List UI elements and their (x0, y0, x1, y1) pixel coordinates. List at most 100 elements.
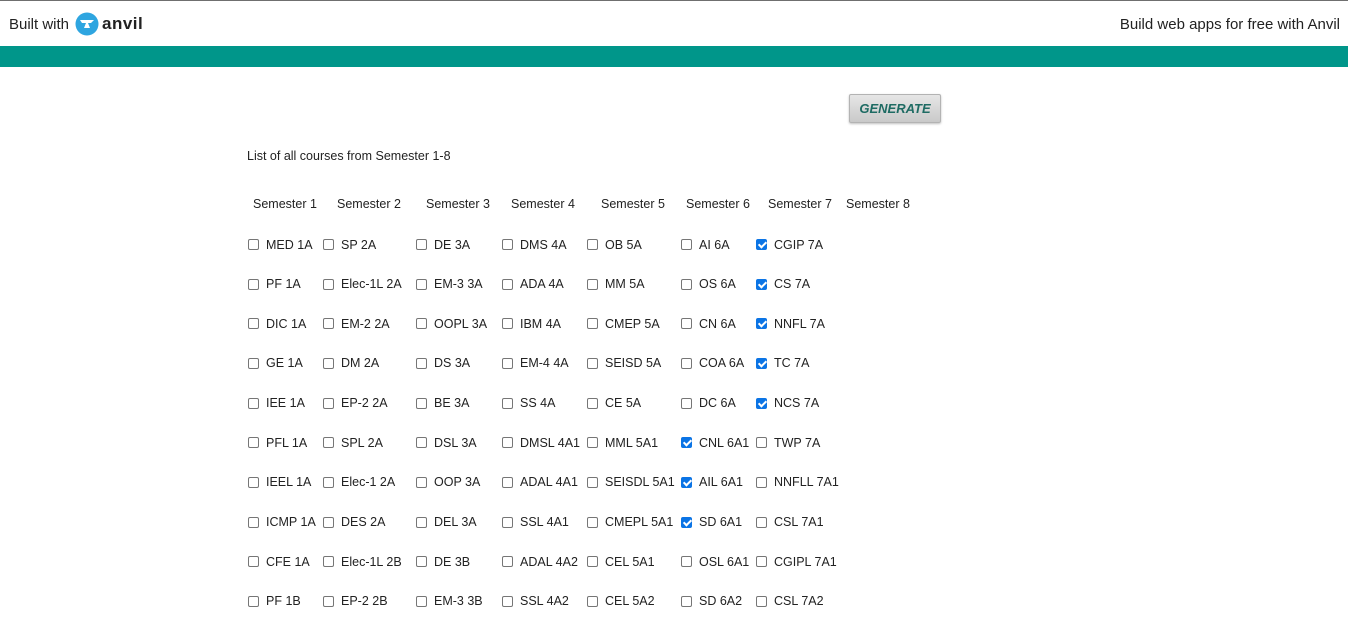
course-option[interactable]: AI 6A (681, 237, 730, 253)
course-option[interactable]: SEISD 5A (587, 355, 661, 371)
course-option[interactable]: CGIPL 7A1 (756, 554, 837, 570)
course-option[interactable]: OOP 3A (416, 474, 480, 490)
course-option[interactable]: IEE 1A (248, 395, 305, 411)
course-checkbox[interactable] (756, 437, 767, 449)
course-checkbox[interactable] (248, 556, 259, 568)
course-checkbox[interactable] (248, 595, 259, 607)
course-checkbox[interactable] (416, 595, 427, 607)
course-checkbox[interactable] (756, 595, 767, 607)
course-option[interactable]: EP-2 2B (323, 593, 388, 609)
course-option[interactable]: MML 5A1 (587, 435, 658, 451)
course-option[interactable]: ICMP 1A (248, 514, 316, 530)
course-option[interactable]: MED 1A (248, 237, 313, 253)
course-checkbox[interactable] (587, 357, 598, 369)
course-option[interactable]: DEL 3A (416, 514, 477, 530)
course-checkbox[interactable] (587, 437, 598, 449)
course-option[interactable]: TC 7A (756, 355, 809, 371)
course-option[interactable]: CFE 1A (248, 554, 310, 570)
course-checkbox[interactable] (502, 476, 513, 488)
course-checkbox[interactable] (416, 516, 427, 528)
course-checkbox[interactable] (248, 318, 259, 330)
course-checkbox[interactable] (502, 278, 513, 290)
course-option[interactable]: ADAL 4A2 (502, 554, 578, 570)
course-option[interactable]: EM-4 4A (502, 355, 569, 371)
course-checkbox[interactable] (502, 516, 513, 528)
course-option[interactable]: Elec-1 2A (323, 474, 395, 490)
course-option[interactable]: COA 6A (681, 355, 744, 371)
course-option[interactable]: OOPL 3A (416, 316, 487, 332)
course-option[interactable]: CSL 7A2 (756, 593, 824, 609)
course-option[interactable]: DIC 1A (248, 316, 306, 332)
course-option[interactable]: SD 6A2 (681, 593, 742, 609)
course-checkbox[interactable] (681, 397, 692, 409)
course-option[interactable]: CNL 6A1 (681, 435, 749, 451)
course-checkbox[interactable] (323, 556, 334, 568)
course-option[interactable]: DC 6A (681, 395, 736, 411)
course-option[interactable]: DE 3A (416, 237, 470, 253)
course-checkbox[interactable] (681, 556, 692, 568)
course-option[interactable]: CEL 5A2 (587, 593, 655, 609)
course-checkbox[interactable] (416, 278, 427, 290)
course-option[interactable]: GE 1A (248, 355, 303, 371)
course-checkbox[interactable] (248, 437, 259, 449)
course-option[interactable]: CS 7A (756, 276, 810, 292)
course-checkbox[interactable] (416, 556, 427, 568)
course-checkbox[interactable] (323, 595, 334, 607)
course-option[interactable]: SSL 4A1 (502, 514, 569, 530)
course-option[interactable]: MM 5A (587, 276, 645, 292)
course-option[interactable]: DE 3B (416, 554, 470, 570)
course-option[interactable]: SEISDL 5A1 (587, 474, 675, 490)
course-option[interactable]: CSL 7A1 (756, 514, 824, 530)
course-checkbox[interactable] (756, 516, 767, 528)
course-checkbox[interactable] (756, 476, 767, 488)
course-checkbox[interactable] (681, 357, 692, 369)
course-option[interactable]: NNFL 7A (756, 316, 825, 332)
course-checkbox[interactable] (681, 437, 692, 449)
course-checkbox[interactable] (681, 516, 692, 528)
course-option[interactable]: CMEP 5A (587, 316, 660, 332)
course-option[interactable]: DS 3A (416, 355, 470, 371)
generate-button[interactable]: GENERATE (849, 94, 941, 123)
course-checkbox[interactable] (502, 357, 513, 369)
course-checkbox[interactable] (416, 437, 427, 449)
course-checkbox[interactable] (248, 516, 259, 528)
course-option[interactable]: AIL 6A1 (681, 474, 743, 490)
course-option[interactable]: PF 1B (248, 593, 301, 609)
course-checkbox[interactable] (587, 595, 598, 607)
course-option[interactable]: Elec-1L 2B (323, 554, 402, 570)
course-checkbox[interactable] (416, 357, 427, 369)
course-option[interactable]: OSL 6A1 (681, 554, 749, 570)
course-checkbox[interactable] (502, 556, 513, 568)
course-checkbox[interactable] (323, 239, 334, 250)
course-checkbox[interactable] (502, 318, 513, 330)
course-checkbox[interactable] (587, 278, 598, 290)
course-option[interactable]: ADA 4A (502, 276, 564, 292)
course-option[interactable]: NCS 7A (756, 395, 819, 411)
course-option[interactable]: IBM 4A (502, 316, 561, 332)
course-option[interactable]: EM-2 2A (323, 316, 390, 332)
course-checkbox[interactable] (248, 357, 259, 369)
course-option[interactable]: OB 5A (587, 237, 642, 253)
course-option[interactable]: DMS 4A (502, 237, 567, 253)
course-checkbox[interactable] (756, 357, 767, 369)
course-option[interactable]: SS 4A (502, 395, 555, 411)
course-checkbox[interactable] (502, 437, 513, 449)
course-option[interactable]: SP 2A (323, 237, 376, 253)
course-checkbox[interactable] (416, 318, 427, 330)
course-option[interactable]: DSL 3A (416, 435, 477, 451)
course-option[interactable]: DM 2A (323, 355, 379, 371)
course-option[interactable]: CGIP 7A (756, 237, 823, 253)
course-option[interactable]: ADAL 4A1 (502, 474, 578, 490)
course-checkbox[interactable] (323, 318, 334, 330)
course-checkbox[interactable] (587, 556, 598, 568)
course-checkbox[interactable] (756, 556, 767, 568)
course-checkbox[interactable] (323, 357, 334, 369)
course-option[interactable]: TWP 7A (756, 435, 820, 451)
course-checkbox[interactable] (323, 397, 334, 409)
course-checkbox[interactable] (248, 239, 259, 250)
course-checkbox[interactable] (248, 278, 259, 290)
course-checkbox[interactable] (756, 239, 767, 250)
course-checkbox[interactable] (587, 476, 598, 488)
course-checkbox[interactable] (756, 397, 767, 409)
course-option[interactable]: PF 1A (248, 276, 301, 292)
